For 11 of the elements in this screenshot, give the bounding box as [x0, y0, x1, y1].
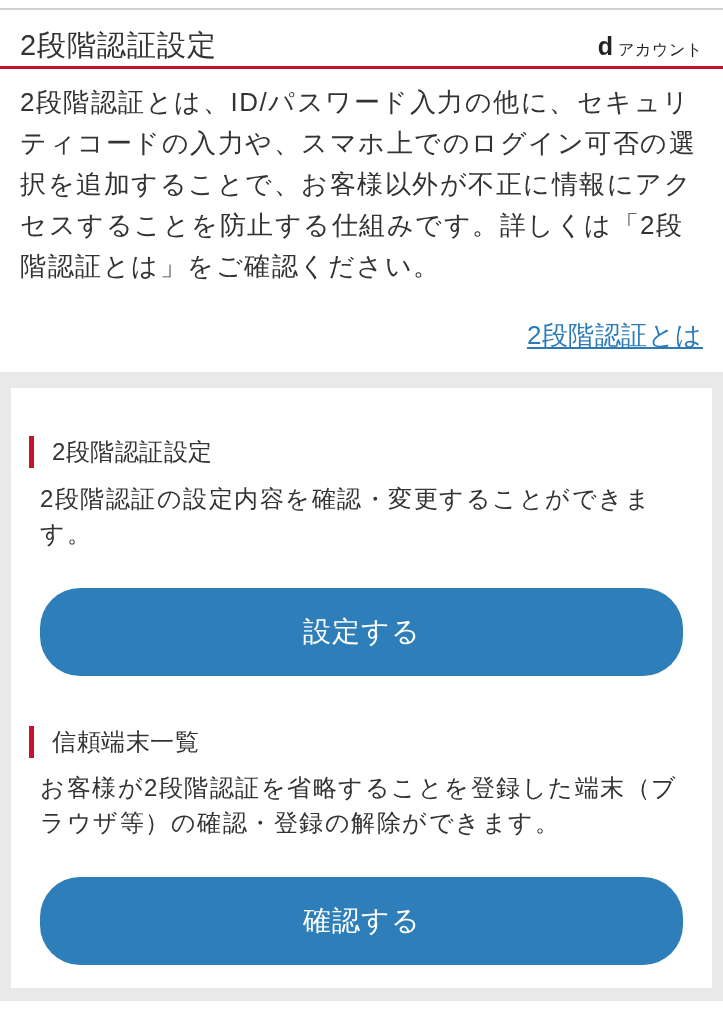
section-description: お客様が2段階認証を省略することを登録した端末（ブラウザ等）の確認・登録の解除ができます。	[40, 773, 679, 838]
page-title: 2段階認証設定	[20, 28, 218, 63]
section-description: 2段階認証の設定内容を確認・変更することができます。	[40, 483, 653, 549]
logo-text: アカウント	[618, 39, 703, 60]
section-heading: 信頼端末一覧	[29, 725, 683, 758]
section-heading: 2段階認証設定	[29, 436, 683, 468]
action-button[interactable]: 確認する	[40, 877, 683, 965]
action-button[interactable]: 設定する	[40, 587, 683, 676]
help-link[interactable]: 2段階認証とは	[527, 315, 703, 356]
intro-paragraph: 2段階認証とは、ID/パスワード入力の他に、セキュリティコードの入力や、スマホ上でのログイン可否の選択を追加することで、お客様以外が不正に情報にアクセスすることを防止する仕組みです。詳しくは「2段階認証とは」をご確認ください。	[20, 86, 697, 283]
logo-letter: d	[597, 32, 613, 59]
